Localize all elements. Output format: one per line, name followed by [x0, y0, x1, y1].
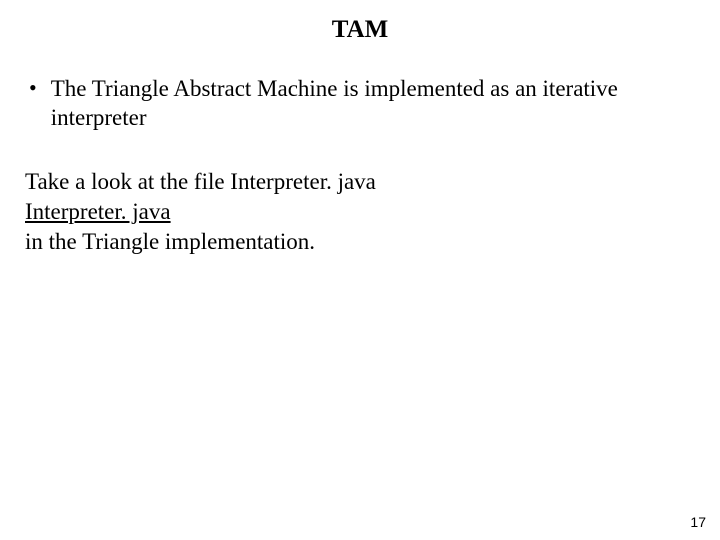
slide: TAM • The Triangle Abstract Machine is i… [0, 0, 720, 540]
page-number: 17 [690, 514, 706, 530]
body-line-3: in the Triangle implementation. [25, 227, 695, 257]
body-text: Take a look at the file Interpreter. jav… [25, 167, 695, 257]
bullet-marker: • [29, 74, 37, 102]
bullet-item-1: • The Triangle Abstract Machine is imple… [25, 74, 695, 133]
body-line-1: Take a look at the file Interpreter. jav… [25, 167, 695, 197]
body-link-line: Interpreter. java [25, 197, 695, 227]
interpreter-link[interactable]: Interpreter. java [25, 199, 171, 224]
slide-title: TAM [25, 16, 695, 44]
bullet-text-1: The Triangle Abstract Machine is impleme… [51, 74, 695, 133]
